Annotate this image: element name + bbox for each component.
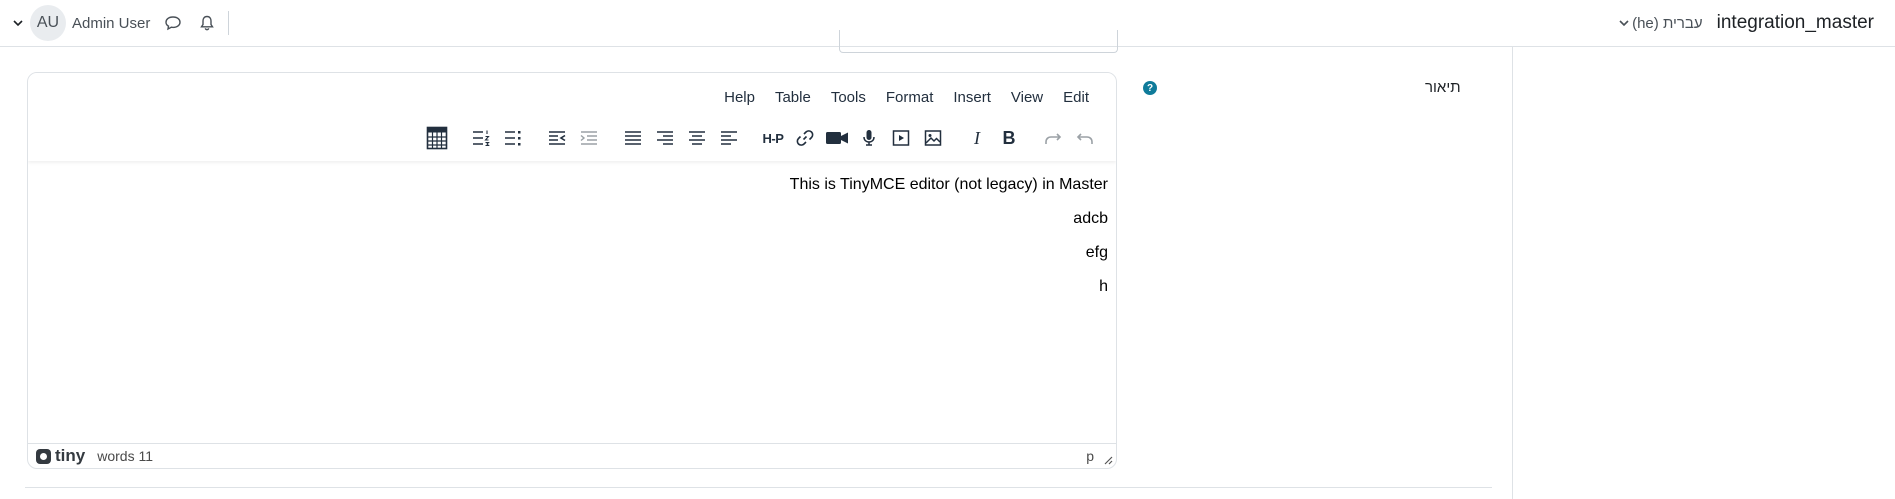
content-paragraph[interactable]: efg <box>28 243 1108 262</box>
navbar-right: עברית (he) integration_master <box>1619 4 1874 42</box>
tinymce-editor: Edit View Insert Format Tools Table Help… <box>27 72 1117 469</box>
align-right-icon[interactable] <box>649 122 681 154</box>
record-video-icon[interactable] <box>821 122 853 154</box>
user-menu-area: AU Admin User <box>10 4 230 42</box>
equation-icon[interactable] <box>421 122 453 154</box>
history-group <box>1037 122 1101 154</box>
menu-help[interactable]: Help <box>717 85 762 110</box>
form-divider <box>25 487 1492 488</box>
resize-handle-icon[interactable] <box>1103 452 1113 465</box>
outdent-icon[interactable] <box>541 122 573 154</box>
record-audio-icon[interactable] <box>853 122 885 154</box>
user-name[interactable]: Admin User <box>72 15 150 32</box>
align-group <box>617 122 745 154</box>
content-paragraph[interactable]: h <box>28 277 1108 296</box>
tiny-logo[interactable]: tiny <box>36 446 85 466</box>
menu-format[interactable]: Format <box>879 85 941 110</box>
messages-icon[interactable] <box>162 12 184 34</box>
language-menu[interactable]: עברית (he) <box>1619 15 1703 32</box>
editor-menubar: Edit View Insert Format Tools Table Help <box>711 85 1096 110</box>
navbar-divider <box>228 11 230 35</box>
bold-icon[interactable]: B <box>993 122 1025 154</box>
numbered-list-icon[interactable] <box>465 122 497 154</box>
format-group: B I <box>961 122 1025 154</box>
chevron-down-icon <box>1619 20 1629 27</box>
content-paragraph[interactable]: This is TinyMCE editor (not legacy) in M… <box>28 175 1108 194</box>
element-path[interactable]: p <box>1086 448 1094 464</box>
menu-edit[interactable]: Edit <box>1056 85 1096 110</box>
list-group <box>465 122 529 154</box>
menu-tools[interactable]: Tools <box>824 85 873 110</box>
editor-toolbar: B I H-P <box>409 121 1101 155</box>
italic-icon[interactable]: I <box>961 122 993 154</box>
media-icon[interactable] <box>885 122 917 154</box>
align-justify-icon[interactable] <box>617 122 649 154</box>
menu-view[interactable]: View <box>1004 85 1050 110</box>
tiny-logo-icon <box>36 448 51 464</box>
site-name[interactable]: integration_master <box>1717 12 1874 34</box>
undo-icon[interactable] <box>1069 122 1101 154</box>
language-label: עברית (he) <box>1632 14 1703 32</box>
word-count[interactable]: words 11 <box>97 448 153 464</box>
h5p-icon[interactable]: H-P <box>757 122 789 154</box>
drawer-divider <box>1512 47 1513 499</box>
menu-table[interactable]: Table <box>768 85 818 110</box>
avatar[interactable]: AU <box>30 5 66 41</box>
content-paragraph[interactable]: adcb <box>28 209 1108 228</box>
link-icon[interactable] <box>789 122 821 154</box>
tiny-brand-text: tiny <box>55 446 86 465</box>
notifications-bell-icon[interactable] <box>196 12 218 34</box>
help-icon[interactable]: ? <box>1143 81 1157 95</box>
align-left-icon[interactable] <box>713 122 745 154</box>
editor-header: Edit View Insert Format Tools Table Help… <box>28 73 1116 161</box>
redo-icon[interactable] <box>1037 122 1069 154</box>
previous-field-input[interactable] <box>839 30 1118 53</box>
bullet-list-icon[interactable] <box>497 122 529 154</box>
insert-group: H-P <box>757 122 949 154</box>
image-icon[interactable] <box>917 122 949 154</box>
editor-statusbar: tiny words 11 p <box>28 443 1116 468</box>
menu-insert[interactable]: Insert <box>946 85 998 110</box>
editor-content-area[interactable]: This is TinyMCE editor (not legacy) in M… <box>28 161 1116 443</box>
indent-icon[interactable] <box>573 122 605 154</box>
description-label: תיאור <box>1425 79 1461 96</box>
indent-group <box>541 122 605 154</box>
equation-group <box>421 122 453 154</box>
align-center-icon[interactable] <box>681 122 713 154</box>
chevron-down-icon[interactable] <box>10 15 26 31</box>
